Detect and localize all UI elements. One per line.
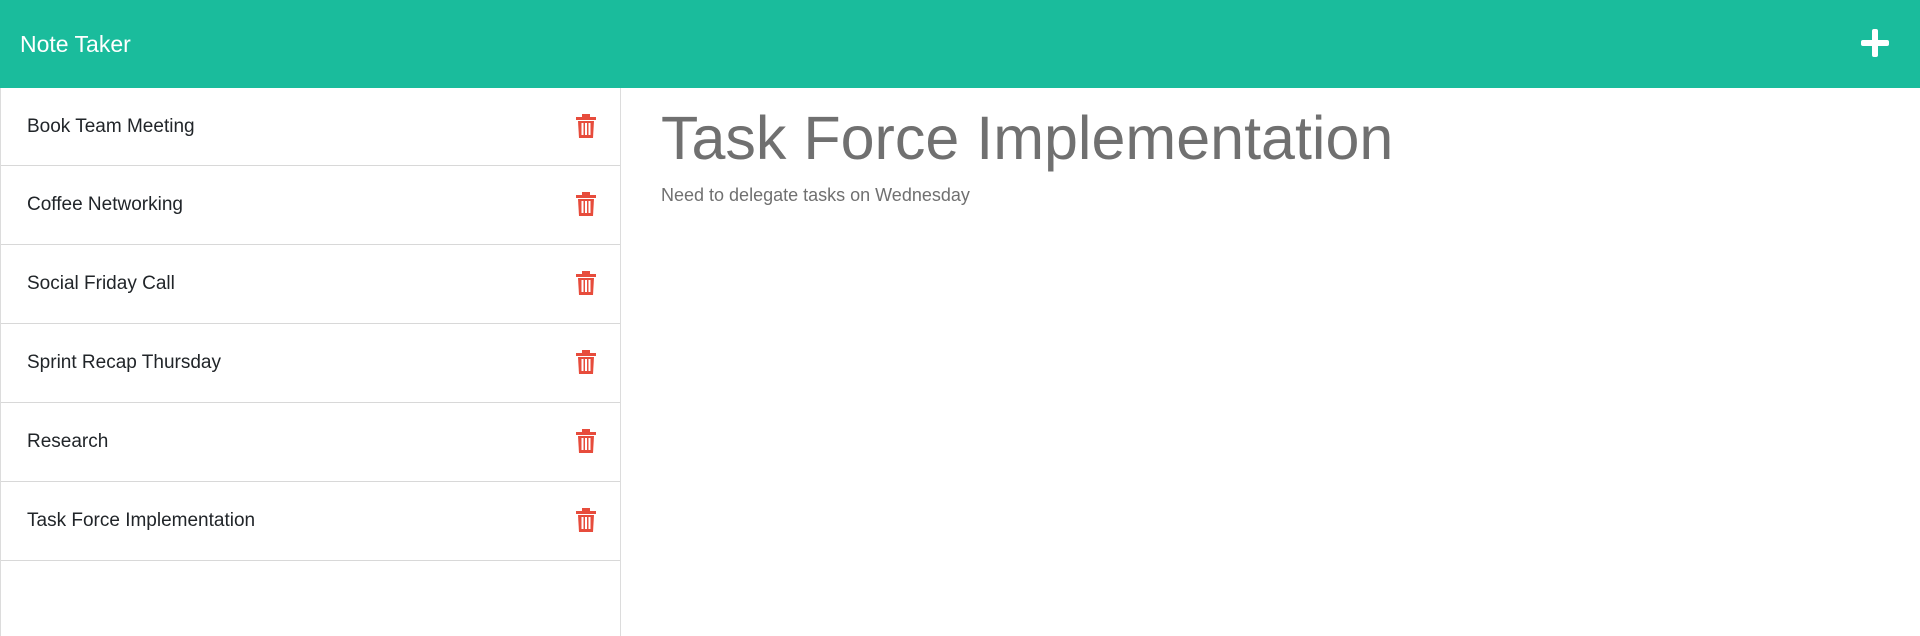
note-list: Book Team Meeting Coffee Networking Soci…: [1, 88, 620, 561]
trash-icon[interactable]: [576, 429, 596, 453]
trash-icon[interactable]: [576, 192, 596, 216]
navbar: Note Taker: [0, 0, 1920, 88]
list-item[interactable]: Social Friday Call: [1, 245, 620, 324]
trash-icon[interactable]: [576, 113, 596, 138]
note-item-title[interactable]: Social Friday Call: [27, 245, 175, 323]
list-item[interactable]: Task Force Implementation: [1, 482, 620, 561]
note-list-sidebar: Book Team Meeting Coffee Networking Soci…: [0, 88, 621, 636]
note-text-field[interactable]: Need to delegate tasks on Wednesday: [661, 185, 1861, 206]
trash-icon[interactable]: [576, 350, 596, 374]
list-item[interactable]: Research: [1, 403, 620, 482]
list-item[interactable]: Sprint Recap Thursday: [1, 324, 620, 403]
note-item-title[interactable]: Research: [27, 403, 108, 481]
note-item-title[interactable]: Task Force Implementation: [27, 482, 255, 560]
new-note-button[interactable]: [1858, 26, 1892, 60]
note-item-title[interactable]: Coffee Networking: [27, 166, 183, 244]
note-title-field[interactable]: Task Force Implementation: [661, 102, 1861, 175]
trash-icon[interactable]: [576, 508, 596, 532]
note-editor: Task Force Implementation Need to delega…: [661, 88, 1861, 206]
list-item[interactable]: Coffee Networking: [1, 166, 620, 245]
note-item-title[interactable]: Sprint Recap Thursday: [27, 324, 221, 402]
app-title[interactable]: Note Taker: [20, 0, 131, 88]
note-item-title[interactable]: Book Team Meeting: [27, 88, 195, 165]
trash-icon[interactable]: [576, 271, 596, 295]
list-item[interactable]: Book Team Meeting: [1, 88, 620, 166]
